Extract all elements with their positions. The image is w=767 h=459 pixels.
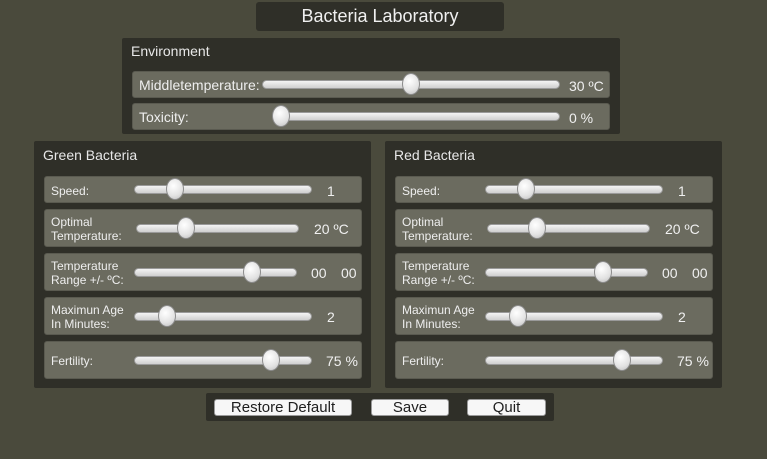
environment-title: Environment bbox=[131, 43, 210, 59]
red-optimal-temperature-row: Optimal Temperature: 20 ºC bbox=[395, 209, 713, 247]
toxicity-value: 0 % bbox=[569, 110, 594, 126]
toxicity-label: Toxicity: bbox=[139, 109, 189, 125]
red-temperature-range-knob[interactable] bbox=[593, 261, 612, 283]
green-optimal-temperature-label-1: Optimal bbox=[51, 215, 93, 229]
red-optimal-temperature-track[interactable] bbox=[487, 217, 650, 239]
middle-temperature-label: Middletemperature: bbox=[139, 77, 260, 93]
toxicity-track[interactable] bbox=[272, 105, 560, 127]
save-button[interactable]: Save bbox=[371, 399, 449, 416]
red-max-age-label-1: Maximun Age bbox=[402, 303, 475, 317]
green-optimal-temperature-row: Optimal Temperature: 20 ºC bbox=[44, 209, 362, 247]
restore-default-button[interactable]: Restore Default bbox=[214, 399, 352, 416]
red-temperature-range-row: Temperature Range +/- ºC: 00 00 bbox=[395, 253, 713, 291]
green-fertility-row: Fertility: 75 % bbox=[44, 341, 362, 379]
red-bacteria-title: Red Bacteria bbox=[394, 147, 475, 163]
red-temperature-range-value-a: 00 bbox=[662, 265, 678, 281]
green-max-age-value: 2 bbox=[327, 309, 335, 325]
green-temperature-range-row: Temperature Range +/- ºC: 00 00 bbox=[44, 253, 362, 291]
red-speed-label: Speed: bbox=[402, 184, 441, 198]
red-temperature-range-track[interactable] bbox=[485, 261, 648, 283]
window-title: Bacteria Laboratory bbox=[256, 2, 504, 31]
red-speed-value: 1 bbox=[678, 183, 686, 199]
green-temperature-range-value-b: 00 bbox=[341, 265, 357, 281]
red-optimal-temperature-value: 20 ºC bbox=[665, 221, 700, 237]
red-fertility-label: Fertility: bbox=[402, 354, 444, 368]
red-temperature-range-value-b: 00 bbox=[692, 265, 708, 281]
red-speed-row: Speed: 1 bbox=[395, 176, 713, 203]
red-temperature-range-label-2: Range +/- ºC: bbox=[402, 273, 475, 287]
green-temperature-range-label-1: Temperature bbox=[51, 259, 119, 273]
red-fertility-track[interactable] bbox=[485, 349, 663, 371]
green-max-age-knob[interactable] bbox=[158, 305, 176, 327]
middle-temperature-knob[interactable] bbox=[402, 73, 420, 95]
green-fertility-knob[interactable] bbox=[262, 349, 280, 371]
green-optimal-temperature-value: 20 ºC bbox=[314, 221, 349, 237]
green-optimal-temperature-knob[interactable] bbox=[176, 217, 195, 239]
red-fertility-value: 75 % bbox=[677, 353, 709, 369]
green-speed-label: Speed: bbox=[51, 184, 90, 198]
green-fertility-track[interactable] bbox=[134, 349, 312, 371]
middle-temperature-track[interactable] bbox=[262, 73, 560, 95]
quit-button[interactable]: Quit bbox=[467, 399, 546, 416]
green-optimal-temperature-track[interactable] bbox=[136, 217, 299, 239]
green-max-age-label-1: Maximun Age bbox=[51, 303, 124, 317]
red-max-age-row: Maximun Age In Minutes: 2 bbox=[395, 297, 713, 335]
green-fertility-value: 75 % bbox=[326, 353, 358, 369]
green-speed-row: Speed: 1 bbox=[44, 176, 362, 203]
red-optimal-temperature-label-2: Temperature: bbox=[402, 229, 473, 243]
red-max-age-track[interactable] bbox=[485, 305, 663, 327]
green-fertility-label: Fertility: bbox=[51, 354, 93, 368]
green-bacteria-panel: Green Bacteria Speed: 1 Optimal Temperat… bbox=[34, 141, 371, 388]
red-optimal-temperature-label-1: Optimal bbox=[402, 215, 444, 229]
middle-temperature-value: 30 ºC bbox=[569, 78, 604, 94]
middle-temperature-row: Middletemperature: 30 ºC bbox=[132, 71, 610, 98]
green-speed-track[interactable] bbox=[134, 178, 312, 200]
green-temperature-range-knob[interactable] bbox=[242, 261, 261, 283]
green-temperature-range-label-2: Range +/- ºC: bbox=[51, 273, 124, 287]
red-fertility-row: Fertility: 75 % bbox=[395, 341, 713, 379]
green-speed-value: 1 bbox=[327, 183, 335, 199]
red-max-age-knob[interactable] bbox=[509, 305, 527, 327]
toxicity-row: Toxicity: 0 % bbox=[132, 103, 610, 130]
green-temperature-range-value-a: 00 bbox=[311, 265, 327, 281]
red-speed-track[interactable] bbox=[485, 178, 663, 200]
green-max-age-label-2: In Minutes: bbox=[51, 317, 110, 331]
green-optimal-temperature-label-2: Temperature: bbox=[51, 229, 122, 243]
red-bacteria-panel: Red Bacteria Speed: 1 Optimal Temperatur… bbox=[385, 141, 722, 388]
toxicity-knob[interactable] bbox=[272, 105, 290, 127]
red-speed-knob[interactable] bbox=[517, 178, 535, 200]
green-temperature-range-track[interactable] bbox=[134, 261, 297, 283]
green-speed-knob[interactable] bbox=[166, 178, 184, 200]
red-fertility-knob[interactable] bbox=[613, 349, 631, 371]
red-max-age-value: 2 bbox=[678, 309, 686, 325]
environment-panel: Environment Middletemperature: 30 ºC Tox… bbox=[122, 38, 620, 134]
green-max-age-row: Maximun Age In Minutes: 2 bbox=[44, 297, 362, 335]
button-bar: Restore Default Save Quit bbox=[206, 393, 554, 421]
red-temperature-range-label-1: Temperature bbox=[402, 259, 470, 273]
red-optimal-temperature-knob[interactable] bbox=[527, 217, 546, 239]
green-bacteria-title: Green Bacteria bbox=[43, 147, 138, 163]
green-max-age-track[interactable] bbox=[134, 305, 312, 327]
red-max-age-label-2: In Minutes: bbox=[402, 317, 461, 331]
